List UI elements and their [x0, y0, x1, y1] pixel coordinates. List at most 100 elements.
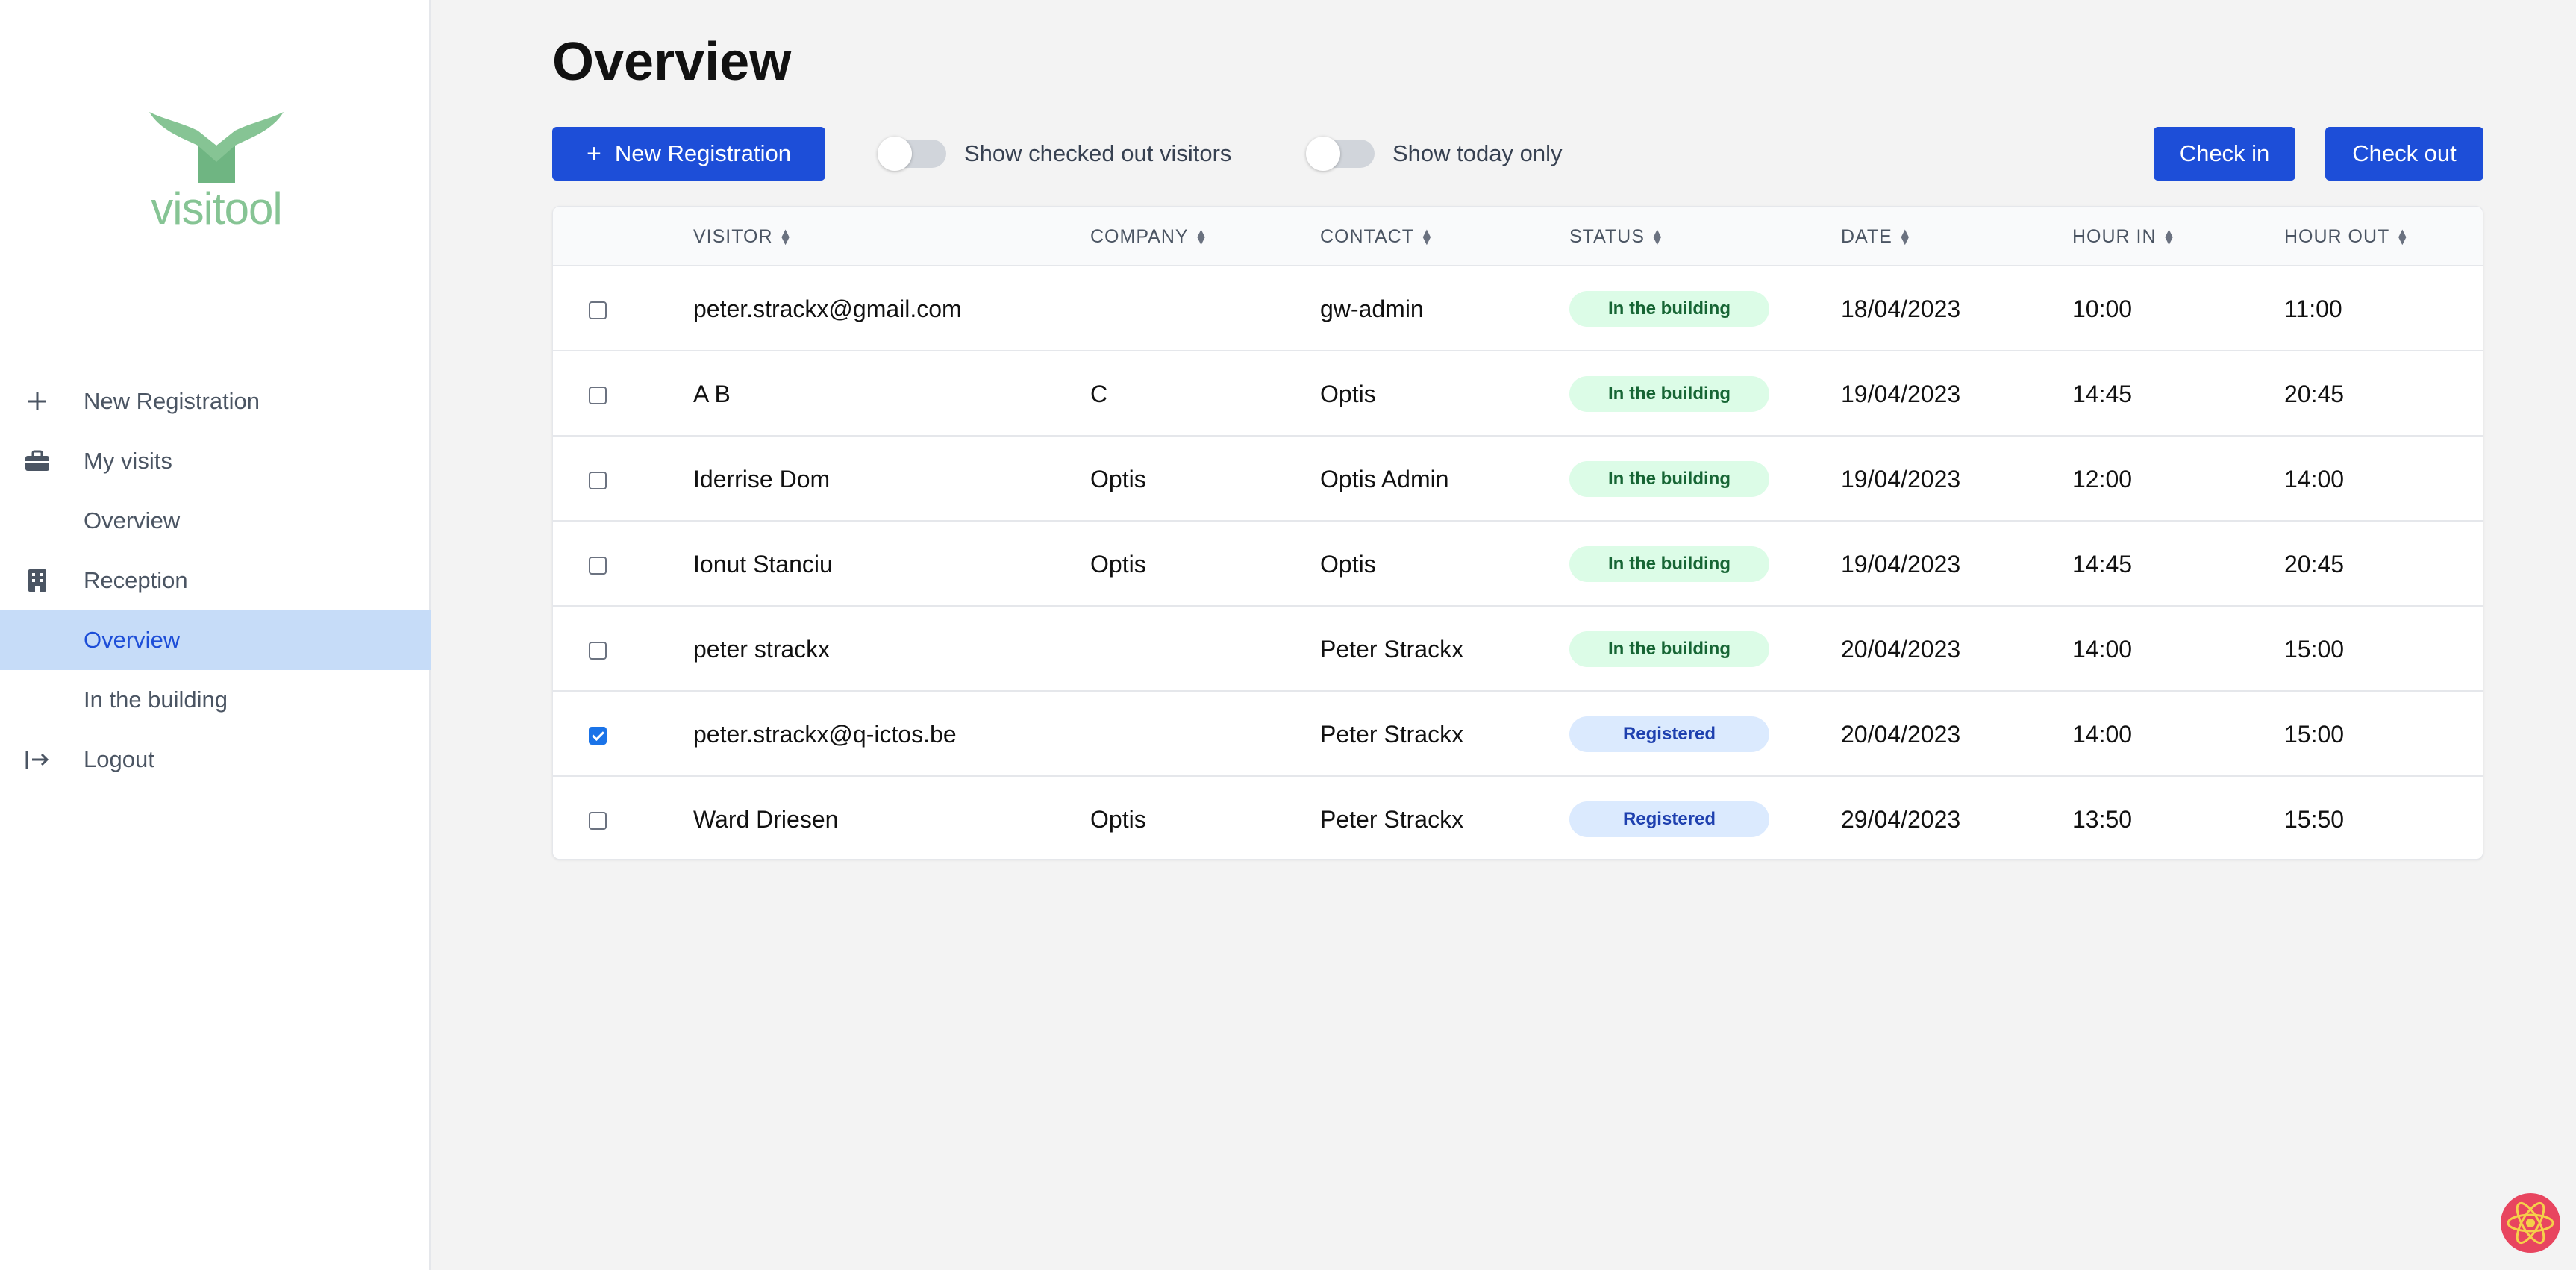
react-devtools-icon[interactable]	[2498, 1191, 2563, 1255]
column-header-label: DATE	[1841, 225, 1892, 247]
visitors-table: VISITOR ▲ ▼ COMPANY ▲ ▼ CONTACT ▲ ▼ STATUS ▲ ▼ D…	[552, 206, 2483, 860]
cell-visitor: peter strackx	[693, 635, 831, 663]
cell-contact: Optis	[1320, 380, 1376, 407]
cell-visitor: peter.strackx@q-ictos.be	[693, 720, 957, 748]
show-checked-out-toggle[interactable]	[878, 137, 946, 171]
show-today-toggle-group: Show today only	[1306, 127, 1563, 181]
cell-contact: Optis Admin	[1320, 465, 1449, 492]
cell-status: Registered	[1569, 777, 1769, 859]
cell-date: 19/04/2023	[1841, 380, 1961, 407]
column-header-label: CONTACT	[1320, 225, 1414, 247]
sidebar-item-label: In the building	[84, 686, 228, 713]
table-row[interactable]: peter strackx Peter Strackx In the buildin…	[553, 607, 2483, 692]
status-badge: In the building	[1569, 291, 1769, 327]
sidebar-item-reception[interactable]: Reception	[0, 551, 431, 610]
new-registration-label: New Registration	[614, 140, 791, 166]
sidebar-item-label: New Registration	[84, 388, 260, 414]
column-header-hour-out[interactable]: HOUR OUT ▲ ▼	[2284, 207, 2410, 266]
briefcase-icon	[24, 448, 51, 475]
show-today-toggle[interactable]	[1306, 137, 1375, 171]
cell-contact: gw-admin	[1320, 295, 1424, 322]
cell-status: Registered	[1569, 692, 1769, 777]
cell-date: 20/04/2023	[1841, 720, 1961, 748]
sort-icon: ▲ ▼	[2162, 225, 2177, 248]
cell-status: In the building	[1569, 266, 1769, 351]
cell-date: 19/04/2023	[1841, 465, 1961, 492]
column-header-status[interactable]: STATUS ▲ ▼	[1569, 207, 1665, 266]
plus-icon: +	[587, 139, 601, 168]
cell-company: Optis	[1090, 465, 1146, 492]
sidebar-item-logout[interactable]: Logout	[0, 730, 431, 789]
cell-date: 29/04/2023	[1841, 805, 1961, 833]
sort-icon: ▲ ▼	[2395, 225, 2410, 248]
table-row[interactable]: A B C Optis In the building 19/04/2023 14:45 2…	[553, 351, 2483, 437]
cell-status: In the building	[1569, 607, 1769, 692]
column-header-contact[interactable]: CONTACT ▲ ▼	[1320, 207, 1434, 266]
toggle-knob	[1306, 137, 1340, 171]
sidebar-item-reception-overview[interactable]: Overview	[0, 610, 431, 670]
sidebar-item-my-visits-overview[interactable]: Overview	[0, 491, 431, 551]
status-badge: In the building	[1569, 546, 1769, 582]
status-badge: In the building	[1569, 376, 1769, 412]
cell-status: In the building	[1569, 351, 1769, 437]
table-row[interactable]: Iderrise Dom Optis Optis Admin In the build…	[553, 437, 2483, 522]
cell-company: Optis	[1090, 550, 1146, 578]
table-row[interactable]: Ward Driesen Optis Peter Strackx Registered…	[553, 777, 2483, 859]
check-in-button[interactable]: Check in	[2154, 127, 2295, 181]
cell-hour-in: 13:50	[2072, 805, 2133, 833]
cell-hour-out: 11:00	[2284, 295, 2342, 322]
column-header-date[interactable]: DATE ▲ ▼	[1841, 207, 1913, 266]
row-checkbox[interactable]	[589, 557, 607, 575]
check-out-button[interactable]: Check out	[2325, 127, 2483, 181]
cell-hour-out: 15:00	[2284, 720, 2345, 748]
show-today-label: Show today only	[1392, 140, 1563, 166]
cell-hour-out: 20:45	[2284, 550, 2345, 578]
column-header-visitor[interactable]: VISITOR ▲ ▼	[693, 207, 793, 266]
table-row[interactable]: peter.strackx@gmail.com gw-admin In the bu…	[553, 266, 2483, 351]
cell-status: In the building	[1569, 437, 1769, 522]
sort-icon: ▲ ▼	[1650, 225, 1665, 248]
status-badge: In the building	[1569, 461, 1769, 497]
logo-text: visitool	[151, 184, 282, 234]
column-header-company[interactable]: COMPANY ▲ ▼	[1090, 207, 1208, 266]
sidebar-item-label: Overview	[84, 627, 181, 653]
logo-mark-icon	[149, 112, 284, 183]
row-checkbox[interactable]	[589, 301, 607, 319]
column-header-hour-in[interactable]: HOUR IN ▲ ▼	[2072, 207, 2176, 266]
sidebar-item-new-registration[interactable]: New Registration	[0, 372, 431, 431]
cell-hour-in: 14:45	[2072, 550, 2133, 578]
cell-date: 19/04/2023	[1841, 550, 1961, 578]
column-header-label: STATUS	[1569, 225, 1645, 247]
cell-visitor: Ionut Stanciu	[693, 550, 833, 578]
cell-hour-out: 15:50	[2284, 805, 2345, 833]
visitool-logo[interactable]: visitool	[138, 108, 295, 234]
row-checkbox[interactable]	[589, 642, 607, 660]
building-icon	[24, 567, 51, 594]
cell-contact: Optis	[1320, 550, 1376, 578]
table-row[interactable]: Ionut Stanciu Optis Optis In the building 19…	[553, 522, 2483, 607]
sidebar-item-my-visits[interactable]: My visits	[0, 431, 431, 491]
cell-visitor: peter.strackx@gmail.com	[693, 295, 962, 322]
cell-visitor: Iderrise Dom	[693, 465, 831, 492]
new-registration-button[interactable]: + New Registration	[552, 127, 825, 181]
table-row[interactable]: peter.strackx@q-ictos.be Peter Strackx Reg…	[553, 692, 2483, 777]
table-header: VISITOR ▲ ▼ COMPANY ▲ ▼ CONTACT ▲ ▼ STATUS ▲ ▼ D…	[553, 207, 2483, 266]
logout-icon	[24, 746, 51, 773]
row-checkbox[interactable]	[589, 812, 607, 830]
cell-contact: Peter Strackx	[1320, 720, 1464, 748]
cell-company: C	[1090, 380, 1108, 407]
cell-contact: Peter Strackx	[1320, 635, 1464, 663]
row-checkbox[interactable]	[589, 472, 607, 489]
cell-hour-out: 20:45	[2284, 380, 2345, 407]
cell-hour-out: 15:00	[2284, 635, 2345, 663]
plus-icon	[24, 388, 51, 415]
show-checked-out-toggle-group: Show checked out visitors	[878, 127, 1231, 181]
cell-hour-in: 14:45	[2072, 380, 2133, 407]
cell-date: 18/04/2023	[1841, 295, 1961, 322]
row-checkbox[interactable]	[589, 387, 607, 404]
sidebar-item-in-the-building[interactable]: In the building	[0, 670, 431, 730]
sort-icon: ▲ ▼	[1194, 225, 1209, 248]
row-checkbox[interactable]	[589, 727, 607, 745]
cell-contact: Peter Strackx	[1320, 805, 1464, 833]
sidebar-nav: New Registration My visits Overview Rece…	[0, 372, 431, 789]
